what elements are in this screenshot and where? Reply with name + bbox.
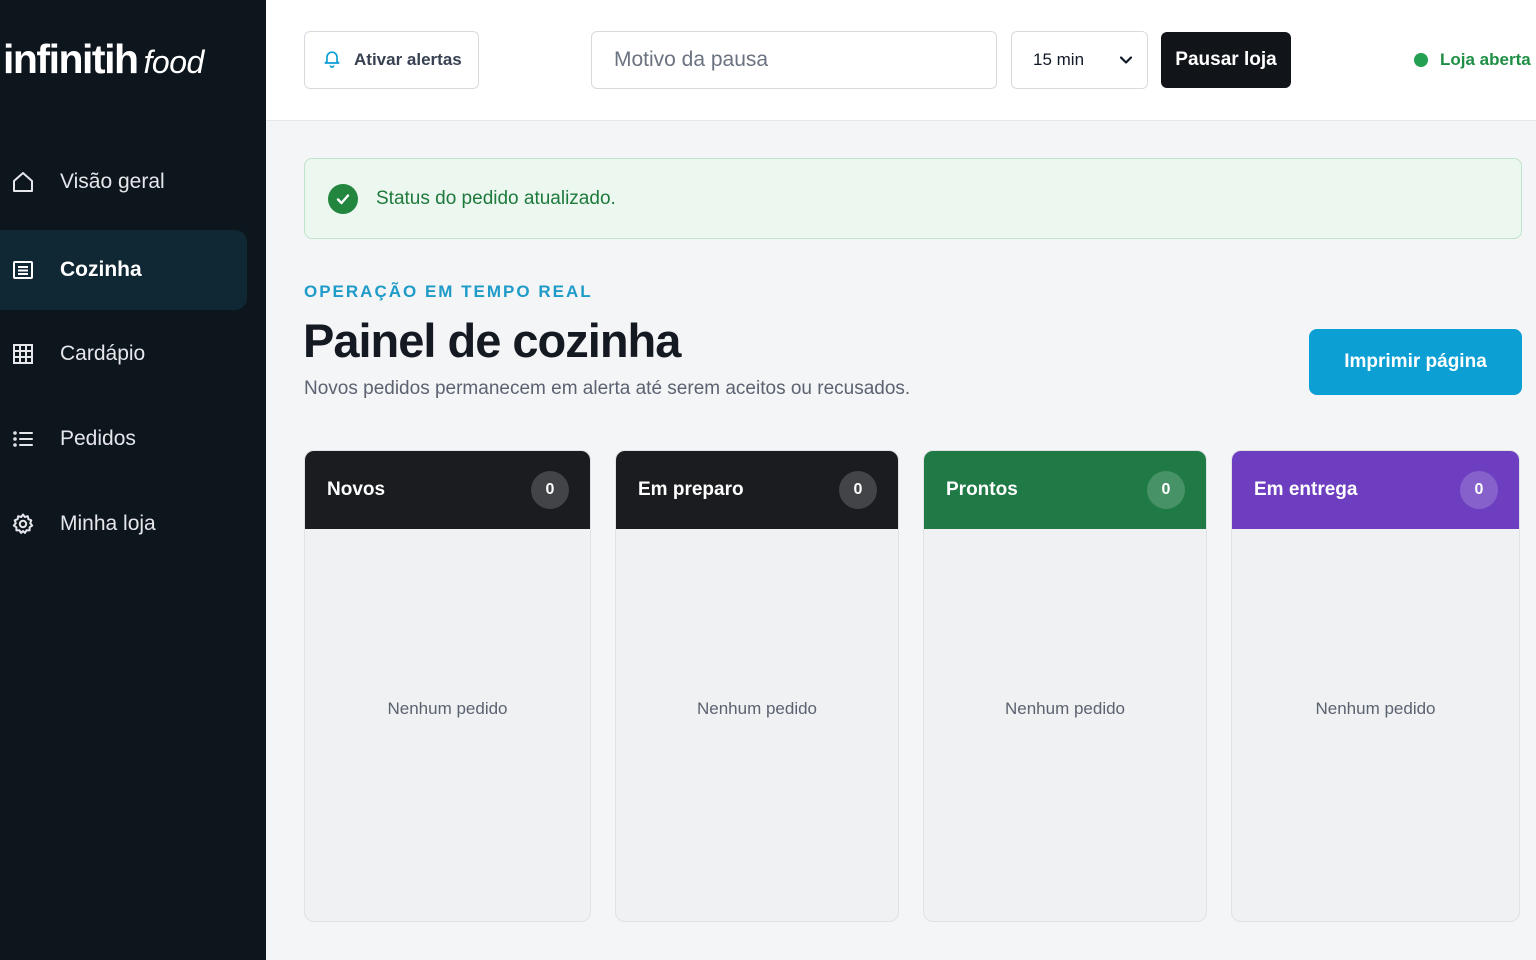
sidebar-item-pedidos[interactable]: Pedidos — [0, 399, 247, 479]
app-root: infinitih food Visão geral Cozinha Cardá… — [0, 0, 1536, 960]
column-empty-state: Nenhum pedido — [1004, 699, 1126, 718]
column-header: Novos 0 — [305, 451, 590, 529]
brand-subname: food — [143, 44, 205, 80]
column-count-badge: 0 — [1147, 471, 1185, 509]
column-em-preparo: Em preparo 0 Nenhum pedido — [615, 450, 899, 922]
sidebar-item-label: Visão geral — [60, 170, 165, 193]
section-eyebrow: OPERAÇÃO EM TEMPO REAL — [304, 282, 593, 301]
column-header: Em entrega 0 — [1232, 451, 1519, 529]
brand-name: infinitih — [3, 36, 139, 82]
column-header: Prontos 0 — [924, 451, 1206, 529]
status-dot-icon — [1414, 53, 1428, 67]
column-prontos: Prontos 0 Nenhum pedido — [923, 450, 1207, 922]
column-empty-state: Nenhum pedido — [696, 699, 818, 718]
page-title: Painel de cozinha — [303, 314, 681, 367]
brand-logo[interactable]: infinitih food — [3, 36, 204, 86]
bell-icon — [322, 48, 342, 73]
sidebar-item-label: Minha loja — [60, 512, 156, 535]
chevron-down-icon — [1119, 53, 1133, 67]
column-novos: Novos 0 Nenhum pedido — [304, 450, 591, 922]
gear-icon — [10, 511, 36, 537]
column-empty-state: Nenhum pedido — [1315, 699, 1436, 718]
column-count-badge: 0 — [1460, 471, 1498, 509]
store-status-label: Loja aberta — [1440, 50, 1531, 69]
enable-alerts-label: Ativar alertas — [354, 50, 462, 69]
print-page-button[interactable]: Imprimir página — [1309, 329, 1522, 395]
pause-duration-select[interactable]: 15 min — [1011, 31, 1148, 89]
column-title: Novos — [327, 479, 386, 500]
sidebar-item-minha-loja[interactable]: Minha loja — [0, 484, 247, 564]
column-em-entrega: Em entrega 0 Nenhum pedido — [1231, 450, 1520, 922]
sidebar-item-cozinha[interactable]: Cozinha — [0, 230, 247, 310]
success-toast: Status do pedido atualizado. — [304, 158, 1522, 239]
kitchen-list-icon — [10, 257, 36, 283]
sidebar-item-visao-geral[interactable]: Visão geral — [0, 142, 247, 222]
list-icon — [10, 426, 36, 452]
page-subtitle: Novos pedidos permanecem em alerta até s… — [304, 378, 911, 399]
column-title: Em entrega — [1254, 479, 1358, 500]
sidebar-item-label: Cozinha — [60, 258, 142, 281]
column-title: Prontos — [946, 479, 1018, 500]
column-count-badge: 0 — [531, 471, 569, 509]
toast-message: Status do pedido atualizado. — [376, 187, 616, 209]
sidebar-item-label: Cardápio — [60, 342, 146, 365]
pause-store-button[interactable]: Pausar loja — [1161, 32, 1291, 88]
home-icon — [10, 169, 36, 195]
sidebar-item-label: Pedidos — [60, 427, 136, 450]
column-title: Em preparo — [638, 479, 744, 500]
sidebar: infinitih food Visão geral Cozinha Cardá… — [0, 0, 266, 960]
grid-icon — [10, 341, 36, 367]
column-header: Em preparo 0 — [616, 451, 898, 529]
pause-reason-input[interactable] — [591, 31, 997, 89]
column-count-badge: 0 — [839, 471, 877, 509]
top-bar: Ativar alertas 15 min Pausar loja Loja a… — [266, 0, 1536, 121]
column-empty-state: Nenhum pedido — [387, 699, 508, 718]
check-circle-icon — [328, 183, 358, 214]
pause-duration-value: 15 min — [1033, 50, 1085, 69]
store-status: Loja aberta — [1414, 47, 1531, 73]
enable-alerts-button[interactable]: Ativar alertas — [304, 31, 479, 89]
sidebar-item-cardapio[interactable]: Cardápio — [0, 314, 247, 394]
